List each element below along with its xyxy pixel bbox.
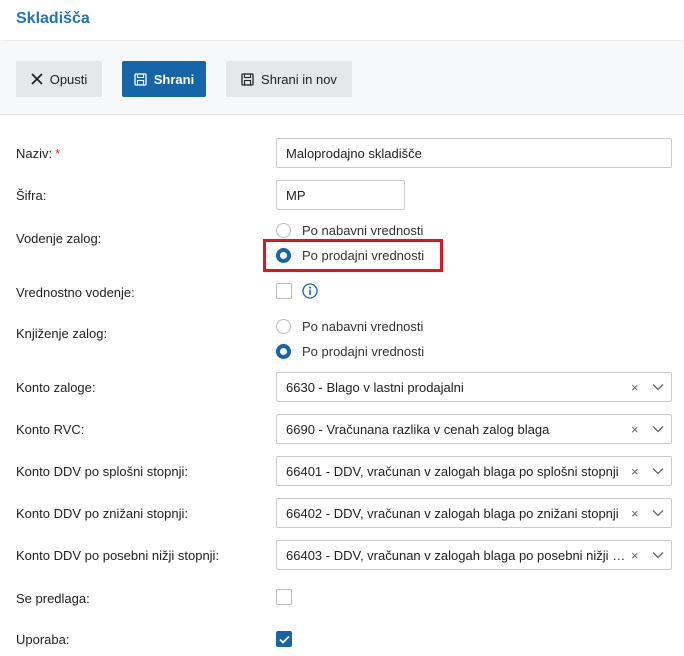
- page-header: Skladišča: [0, 0, 684, 40]
- cancel-button[interactable]: Opusti: [16, 61, 102, 97]
- clear-icon[interactable]: ×: [631, 380, 639, 395]
- save-and-new-button[interactable]: Shrani in nov: [226, 61, 352, 97]
- konto-zaloge-label: Konto zaloge:: [16, 380, 96, 395]
- naziv-input[interactable]: Maloprodajno skladišče: [276, 138, 672, 168]
- konto-ddv-posebni-select[interactable]: 66403 - DDV, vračunan v zalogah blaga po…: [276, 540, 672, 570]
- clear-icon[interactable]: ×: [631, 464, 639, 479]
- konto-rvc-select[interactable]: 6690 - Vračunana razlika v cenah zalog b…: [276, 414, 672, 444]
- vodenje-zalog-option-nabavna[interactable]: Po nabavni vrednosti: [276, 223, 423, 238]
- sifra-input[interactable]: MP: [276, 180, 405, 210]
- chevron-down-icon[interactable]: [652, 383, 664, 391]
- konto-ddv-znizani-label: Konto DDV po znižani stopnji:: [16, 506, 188, 521]
- chevron-down-icon[interactable]: [652, 467, 664, 475]
- page-title: Skladišča: [16, 10, 90, 27]
- sifra-input-value: MP: [286, 187, 306, 203]
- check-icon: [278, 635, 290, 644]
- clear-icon[interactable]: ×: [631, 548, 639, 563]
- select-value: 66402 - DDV, vračunan v zalogah blaga po…: [286, 506, 619, 521]
- vrednostno-vodenje-checkbox[interactable]: [276, 283, 292, 299]
- highlight-box: [263, 239, 443, 272]
- sifra-label: Šifra:: [16, 188, 47, 203]
- vodenje-zalog-label: Vodenje zalog:: [16, 231, 102, 246]
- save-icon: [134, 72, 147, 86]
- naziv-input-value: Maloprodajno skladišče: [286, 145, 422, 161]
- select-value: 66403 - DDV, vračunan v zalogah blaga po…: [286, 548, 630, 563]
- select-value: 6630 - Blago v lastni prodajalni: [286, 380, 464, 395]
- clear-icon[interactable]: ×: [631, 422, 639, 437]
- required-mark: *: [55, 146, 61, 161]
- konto-ddv-splosni-select[interactable]: 66401 - DDV, vračunan v zalogah blaga po…: [276, 456, 672, 486]
- konto-ddv-splosni-label: Konto DDV po splošni stopnji:: [16, 464, 188, 479]
- radio-button[interactable]: [276, 319, 291, 334]
- knjizenje-zalog-label: Knjiženje zalog:: [16, 326, 108, 341]
- knjizenje-zalog-option-nabavna[interactable]: Po nabavni vrednosti: [276, 319, 423, 334]
- chevron-down-icon[interactable]: [652, 509, 664, 517]
- radio-label: Po prodajni vrednosti: [302, 344, 425, 359]
- toolbar: Opusti Shrani Shrani in nov: [0, 41, 684, 115]
- konto-rvc-label: Konto RVC:: [16, 422, 85, 437]
- save-button[interactable]: Shrani: [122, 61, 206, 97]
- konto-ddv-posebni-label: Konto DDV po posebni nižji stopnji:: [16, 548, 220, 563]
- uporaba-checkbox[interactable]: [276, 631, 292, 647]
- radio-label: Po nabavni vrednosti: [302, 319, 424, 334]
- vrednostno-vodenje-label: Vrednostno vodenje:: [16, 285, 135, 300]
- radio-label: Po nabavni vrednosti: [302, 223, 424, 238]
- naziv-label-text: Naziv:: [16, 146, 53, 161]
- save-and-new-button-label: Shrani in nov: [261, 71, 337, 87]
- radio-button[interactable]: [276, 223, 291, 238]
- select-value: 66401 - DDV, vračunan v zalogah blaga po…: [286, 464, 619, 479]
- cancel-button-label: Opusti: [49, 71, 88, 87]
- chevron-down-icon[interactable]: [652, 425, 664, 433]
- save-new-icon: [241, 72, 254, 86]
- chevron-down-icon[interactable]: [652, 551, 664, 559]
- clear-icon[interactable]: ×: [631, 506, 639, 521]
- se-predlaga-label: Se predlaga:: [16, 591, 90, 606]
- se-predlaga-checkbox[interactable]: [276, 589, 292, 605]
- konto-ddv-znizani-select[interactable]: 66402 - DDV, vračunan v zalogah blaga po…: [276, 498, 672, 528]
- select-value: 6690 - Vračunana razlika v cenah zalog b…: [286, 422, 550, 437]
- uporaba-label: Uporaba:: [16, 632, 70, 647]
- knjizenje-zalog-option-prodajna[interactable]: Po prodajni vrednosti: [276, 344, 424, 359]
- close-icon: [31, 73, 43, 85]
- save-button-label: Shrani: [153, 71, 195, 87]
- info-icon[interactable]: [302, 283, 318, 299]
- konto-zaloge-select[interactable]: 6630 - Blago v lastni prodajalni ×: [276, 372, 672, 402]
- radio-button-selected[interactable]: [276, 344, 291, 359]
- naziv-label: Naziv: *: [16, 146, 60, 161]
